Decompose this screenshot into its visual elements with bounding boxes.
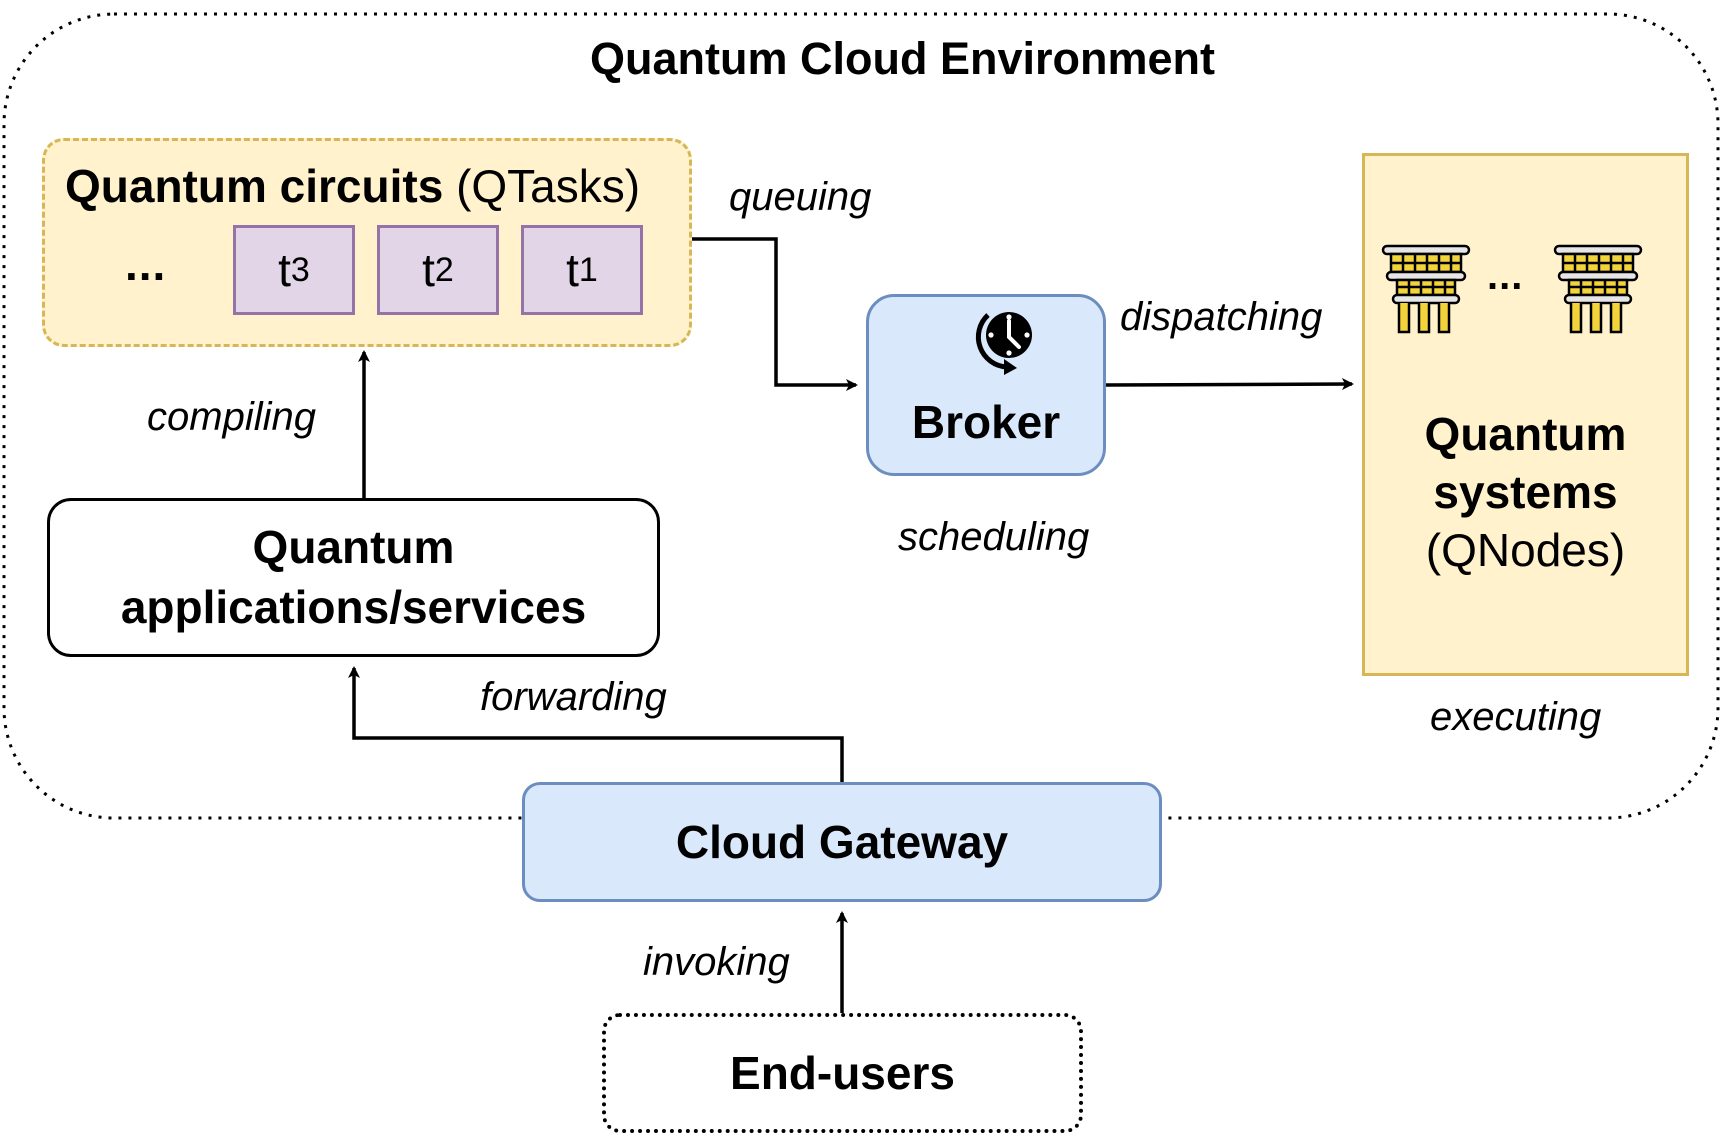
qsystems-ellipsis: ...	[1487, 254, 1524, 298]
endusers-node[interactable]: End-users	[602, 1013, 1083, 1133]
label-scheduling: scheduling	[898, 515, 1090, 559]
label-compiling: compiling	[147, 395, 316, 439]
apps-line2: applications/services	[120, 580, 587, 633]
qsystems-line2: systems	[1433, 465, 1618, 518]
qsystems-node[interactable]: ... Quantum systems (QNodes)	[1362, 153, 1689, 676]
task-label: t	[566, 244, 579, 296]
qsystems-line3: (QNodes)	[1425, 523, 1626, 576]
label-invoking: invoking	[643, 940, 790, 984]
qtasks-ellipsis: ...	[125, 238, 167, 290]
broker-node[interactable]: Broker	[866, 294, 1106, 476]
broker-label: Broker	[911, 396, 1061, 448]
task-label: t	[278, 244, 291, 296]
qsystems-label: Quantum systems (QNodes)	[1365, 406, 1686, 580]
label-queuing: queuing	[729, 175, 872, 219]
label-dispatching: dispatching	[1120, 295, 1323, 339]
qsystems-line1: Quantum	[1424, 408, 1627, 460]
gateway-node[interactable]: Cloud Gateway	[522, 782, 1162, 902]
qtasks-title-regular: (QTasks)	[443, 160, 641, 212]
apps-line1: Quantum	[252, 520, 455, 573]
apps-node[interactable]: Quantum applications/services	[47, 498, 660, 657]
task-subscript: 2	[434, 250, 454, 289]
edge-queuing	[686, 237, 858, 391]
task-t2[interactable]: t2	[377, 225, 499, 315]
edge-dispatching	[1105, 378, 1354, 391]
task-subscript: 1	[578, 250, 598, 289]
label-executing: executing	[1430, 695, 1602, 739]
environment-title: Quantum Cloud Environment	[590, 33, 1215, 84]
task-subscript: 3	[290, 250, 310, 289]
clock-schedule-icon	[975, 312, 1032, 375]
qtasks-title-bold: Quantum circuits	[65, 160, 444, 212]
task-t1[interactable]: t1	[521, 225, 643, 315]
quantum-computer-icon	[1553, 244, 1643, 334]
endusers-label: End-users	[730, 1047, 955, 1099]
quantum-computer-icon	[1381, 244, 1471, 334]
qtasks-title: Quantum circuits (QTasks)	[65, 161, 640, 212]
qtasks-node[interactable]: Quantum circuits (QTasks) ... t3 t2 t1	[42, 138, 692, 347]
task-label: t	[422, 244, 435, 296]
task-t3[interactable]: t3	[233, 225, 355, 315]
label-forwarding: forwarding	[480, 675, 667, 719]
gateway-label: Cloud Gateway	[675, 816, 1009, 868]
